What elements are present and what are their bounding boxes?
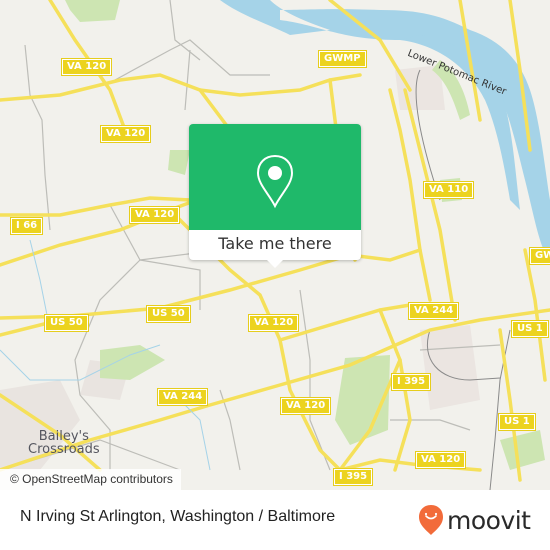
route-shield-va120: VA 120 [128, 206, 181, 224]
minor-road [114, 39, 270, 81]
place-label-baileys-crossroads: Bailey's Crossroads [28, 429, 100, 457]
park-area [100, 345, 165, 380]
route-shield-va110: VA 110 [422, 181, 475, 199]
take-me-there-button[interactable]: Take me there [189, 230, 361, 260]
route-shield-va244: VA 244 [156, 388, 209, 406]
route-shield-va244: VA 244 [407, 302, 460, 320]
park-area [65, 0, 120, 22]
minor-road [390, 419, 471, 431]
highway-va120-north [0, 73, 362, 102]
route-shield-va120: VA 120 [279, 397, 332, 415]
route-shield-us50: US 50 [146, 305, 191, 323]
minor-road [139, 259, 201, 310]
route-shield-i66: I 66 [9, 217, 44, 235]
location-title: N Irving St Arlington, Washington / Balt… [20, 508, 336, 525]
route-shield-va120: VA 120 [99, 125, 152, 143]
footer-bar: N Irving St Arlington, Washington / Balt… [0, 490, 550, 550]
moovit-wordmark: moovit [447, 505, 531, 535]
minor-road [184, 49, 191, 111]
park-area [500, 430, 545, 470]
location-popup: Take me there [189, 124, 361, 268]
popup-header [189, 124, 361, 230]
route-shield-us1: US 1 [498, 413, 536, 431]
route-shield-i395: I 395 [390, 373, 432, 391]
moovit-smiley-pin-icon [419, 505, 443, 535]
rail-line [489, 329, 511, 490]
moovit-logo[interactable]: moovit [418, 502, 531, 538]
map-attribution[interactable]: © OpenStreetMap contributors [0, 469, 181, 490]
route-shield-gwmp: GWMP [529, 247, 550, 265]
route-shield-va120: VA 120 [247, 314, 300, 332]
route-shield-va120: VA 120 [414, 451, 467, 469]
minor-road [24, 44, 51, 231]
route-shield-i395: I 395 [332, 468, 374, 486]
highway-gwmp-south [523, 248, 547, 382]
route-shield-gwmp: GWMP [318, 50, 367, 68]
map-view[interactable]: VA 120 VA 120 VA 120 VA 120 VA 120 VA 12… [0, 0, 550, 490]
park-area [168, 150, 190, 175]
location-pin-icon [256, 154, 294, 209]
route-shield-va120: VA 120 [60, 58, 113, 76]
popup-pointer [267, 260, 283, 268]
urban-area [420, 325, 480, 410]
route-shield-us50: US 50 [44, 314, 89, 332]
route-shield-us1: US 1 [511, 320, 549, 338]
minor-road [169, 0, 201, 61]
